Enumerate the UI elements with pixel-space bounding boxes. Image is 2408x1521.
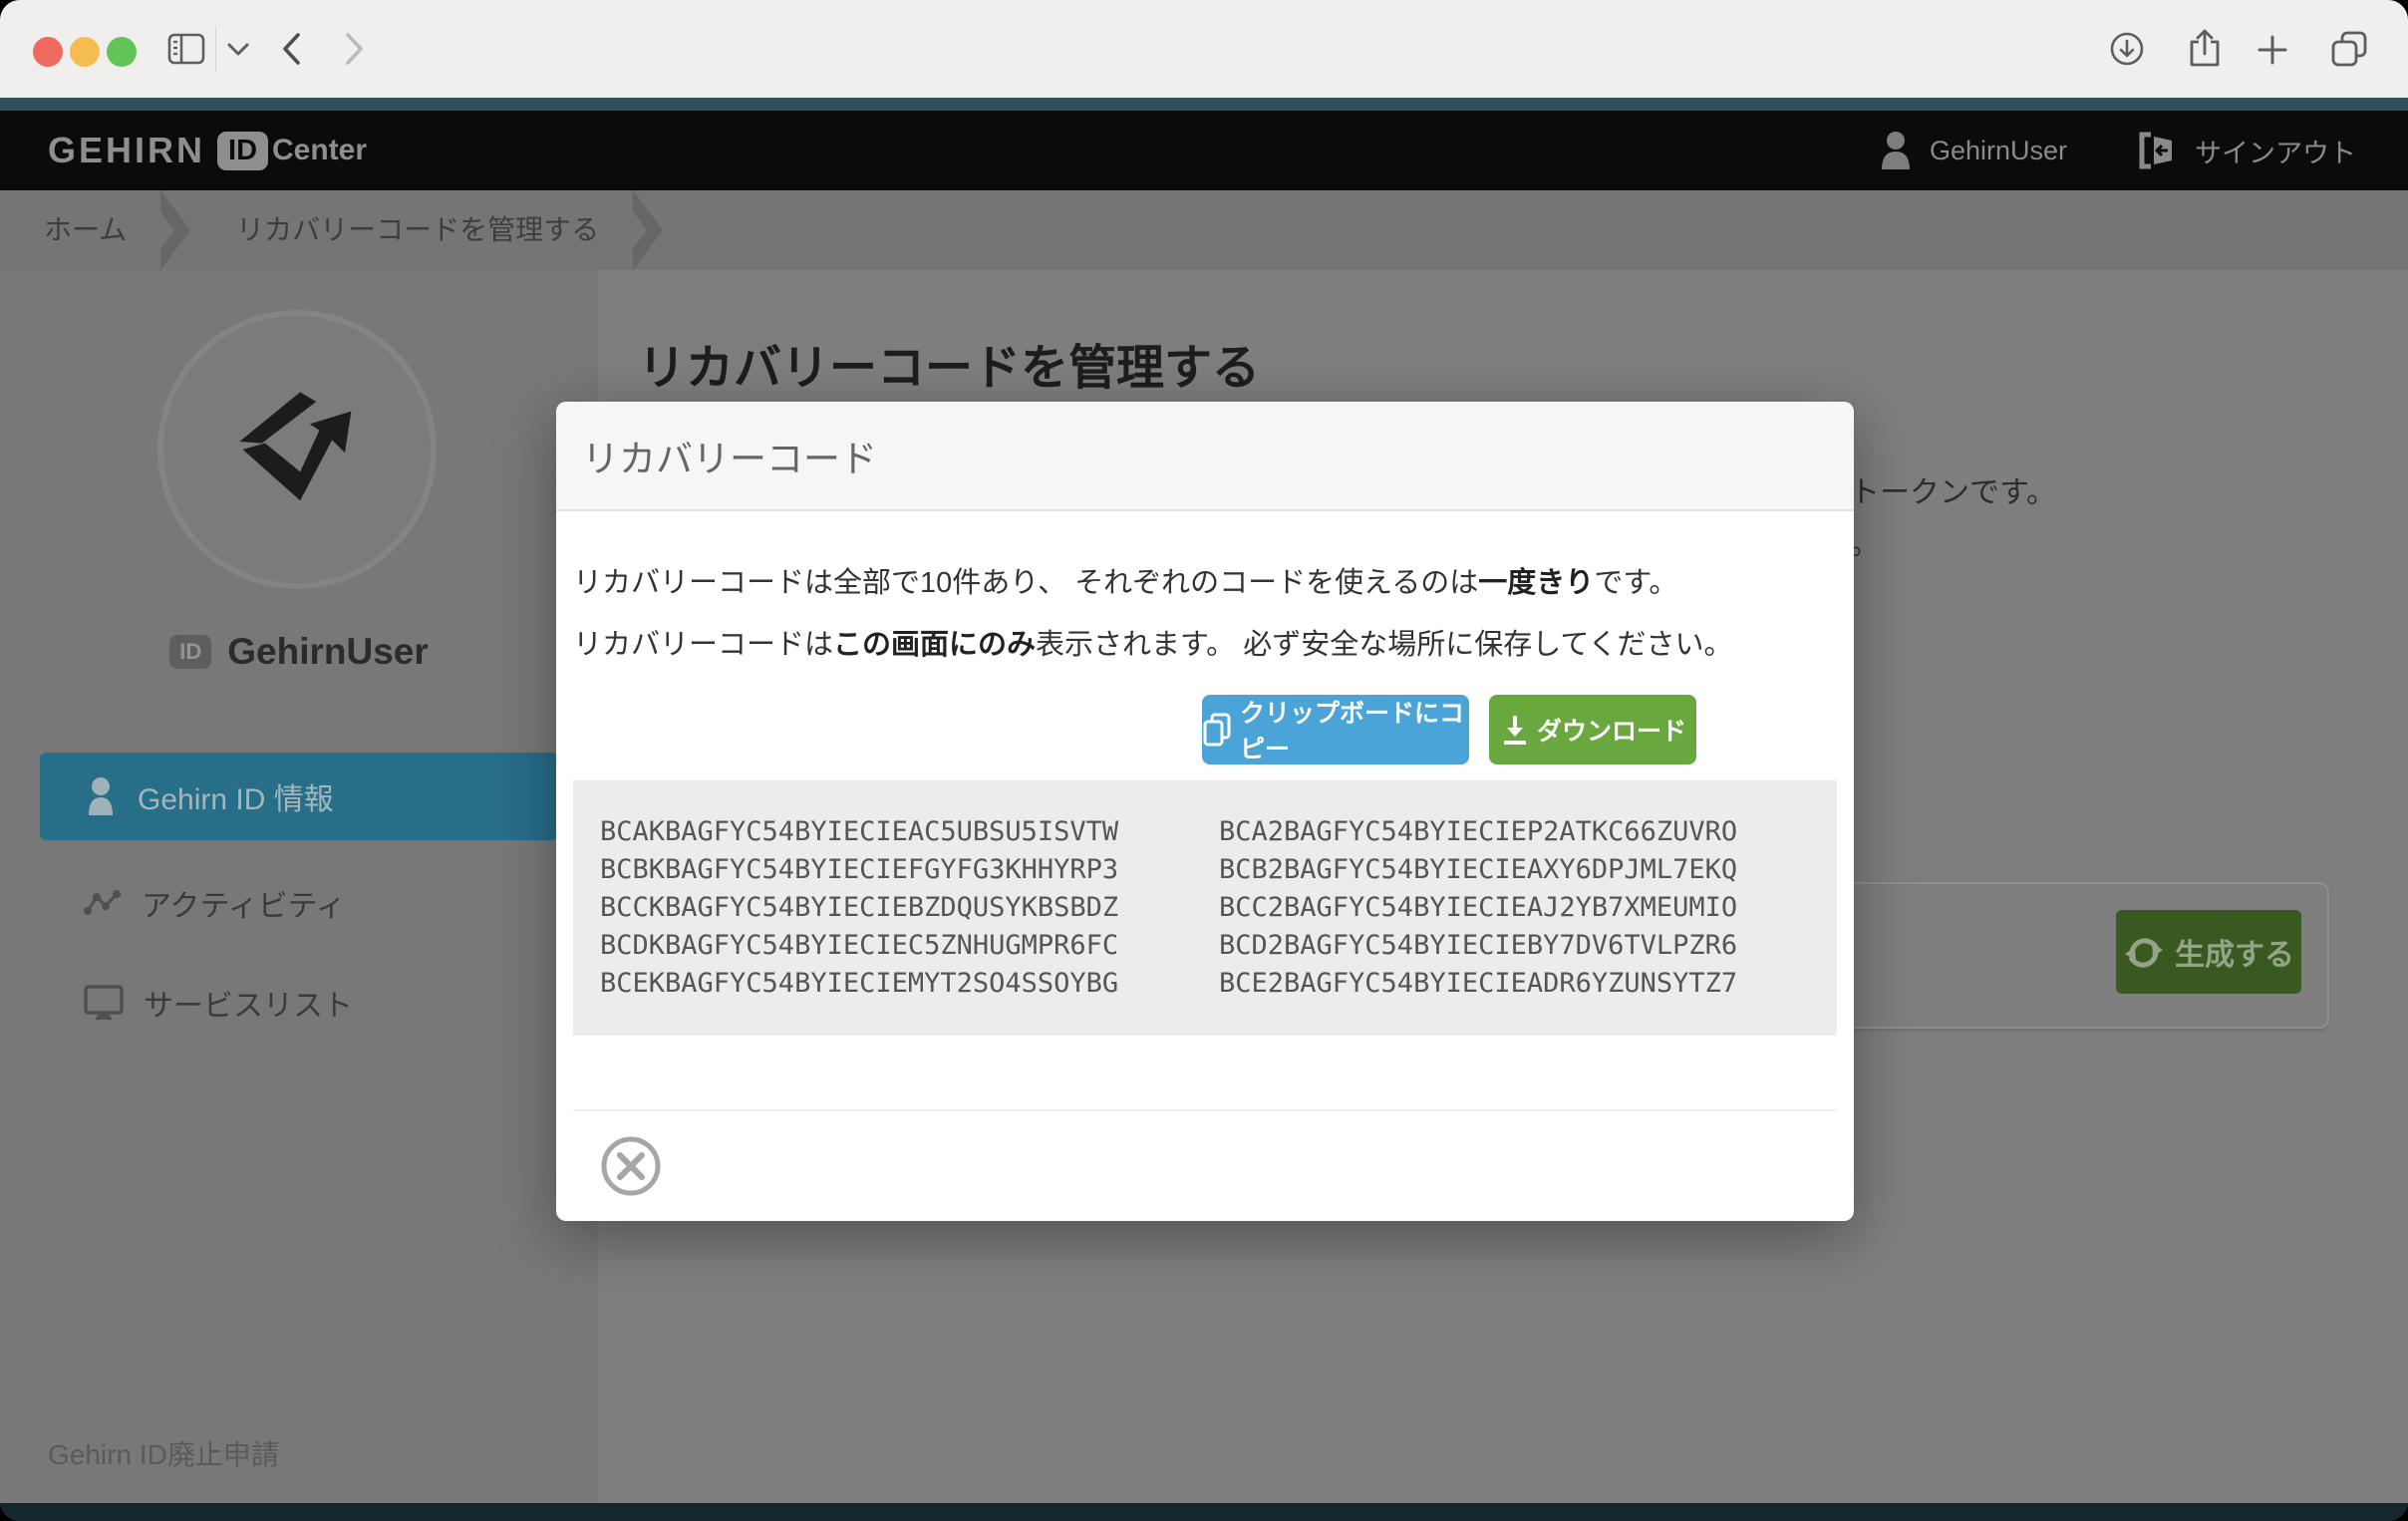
download-button-label: ダウンロード [1537,712,1686,748]
sidebar-username: GehirnUser [227,631,429,673]
tab-overview-icon[interactable] [2330,30,2368,68]
logo-text: GEHIRN [48,130,205,171]
obscured-paragraph-fragment: トークンです。 [1850,467,2056,511]
new-tab-icon[interactable] [2257,34,2288,66]
recovery-code-modal: リカバリーコード リカバリーコードは全部で10件あり、 それぞれのコードを使える… [556,402,1854,1221]
forward-icon[interactable] [345,32,365,66]
signout-icon [2139,132,2177,169]
modal-body: リカバリーコードは全部で10件あり、 それぞれのコードを使えるのは一度きりです。… [556,511,1854,1202]
user-icon [1880,132,1912,169]
refresh-icon [2123,931,2165,973]
traffic-lights [33,37,137,67]
sidebar-toggle-icon[interactable] [167,33,205,65]
copy-to-clipboard-button[interactable]: クリップボードにコピー [1202,695,1469,764]
close-window-button[interactable] [33,37,63,67]
sidebar-item-label: サービスリスト [144,981,353,1025]
chevron-down-icon[interactable] [227,43,249,57]
gehirn-id-decommission-link[interactable]: Gehirn ID廃止申請 [48,1433,279,1473]
breadcrumb-home[interactable]: ホーム [0,190,160,270]
monitor-icon [84,985,124,1021]
signout-label[interactable]: サインアウト [2195,132,2356,170]
recovery-code: BCCKBAGFYC54BYIECIEBZDQUSYKBSBDZ [573,889,1205,927]
generate-button[interactable]: 生成する [2116,910,2301,994]
theme-strip-top [0,98,2408,111]
recovery-code: BCDKBAGFYC54BYIECIEC5ZNHUGMPR6FC [573,927,1205,965]
recovery-code: BCA2BAGFYC54BYIECIEP2ATKC66ZUVRO [1205,813,1837,851]
modal-footer [573,1109,1837,1202]
gehirn-logo-icon [217,370,377,529]
theme-strip-bottom [0,1503,2408,1521]
sidebar-item-activity[interactable]: アクティビティ [40,866,558,940]
copy-button-label: クリップボードにコピー [1240,694,1469,765]
avatar [157,310,437,589]
modal-title: リカバリーコード [582,429,877,482]
toolbar-divider [215,26,216,72]
breadcrumb: ホーム リカバリーコードを管理する [0,190,2408,270]
sidebar: ID GehirnUser Gehirn ID 情報 アクティビティ サービ [0,270,598,1503]
sidebar-item-service-list[interactable]: サービスリスト [40,966,558,1040]
breadcrumb-current-page[interactable]: リカバリーコードを管理する [192,190,633,270]
activity-icon [84,889,122,917]
sidebar-item-label: アクティビティ [142,881,346,925]
share-icon[interactable] [2185,27,2225,69]
recovery-code: BCE2BAGFYC54BYIECIEADR6YZUNSYTZ7 [1205,965,1837,1003]
sidebar-menu: Gehirn ID 情報 アクティビティ サービスリスト [40,753,558,1040]
id-badge: ID [169,635,211,669]
modal-paragraph-1: リカバリーコードは全部で10件あり、 それぞれのコードを使えるのは一度きりです。 [573,563,1837,603]
gehirn-id-center-logo[interactable]: GEHIRN ID Center [48,130,367,171]
modal-button-row: クリップボードにコピー ダウンロード [573,695,1837,764]
recovery-code: BCD2BAGFYC54BYIECIEBY7DV6TVLPZR6 [1205,927,1837,965]
downloads-icon[interactable] [2109,31,2145,67]
minimize-window-button[interactable] [70,37,100,67]
obscured-paragraph-fragment: 。 [1850,519,1880,563]
recovery-code: BCAKBAGFYC54BYIECIEAC5UBSU5ISVTW [573,813,1205,851]
recovery-code-list: BCAKBAGFYC54BYIECIEAC5UBSU5ISVTW BCA2BAG… [573,780,1837,1036]
logo-suffix: Center [272,134,367,167]
page-title: リカバリーコードを管理する [638,328,1260,398]
sidebar-user-row: ID GehirnUser [0,631,598,673]
back-icon[interactable] [281,32,301,66]
user-icon [84,777,118,815]
copy-icon [1202,712,1232,748]
zoom-window-button[interactable] [107,37,137,67]
app-header: GEHIRN ID Center GehirnUser サインアウト [0,111,2408,190]
browser-window: GEHIRN ID Center GehirnUser サインアウト ホーム リ… [0,0,2408,1521]
recovery-code: BCB2BAGFYC54BYIECIEAXY6DPJML7EKQ [1205,851,1837,889]
header-username[interactable]: GehirnUser [1930,136,2067,166]
sidebar-item-label: Gehirn ID 情報 [138,774,334,818]
recovery-code: BCC2BAGFYC54BYIECIEAJ2YB7XMEUMIO [1205,889,1837,927]
download-icon [1499,713,1531,747]
close-icon [600,1135,662,1197]
generate-button-label: 生成する [2175,930,2294,974]
close-modal-button[interactable] [600,1135,662,1197]
browser-toolbar [0,0,2408,98]
breadcrumb-arrow-icon [633,190,665,270]
logo-id-badge: ID [217,132,268,170]
sidebar-item-gehirn-id-info[interactable]: Gehirn ID 情報 [40,753,558,840]
modal-header: リカバリーコード [556,402,1854,511]
breadcrumb-arrow-icon [160,190,192,270]
modal-paragraph-2: リカバリーコードはこの画面にのみ表示されます。 必ず安全な場所に保存してください… [573,625,1837,665]
download-button[interactable]: ダウンロード [1489,695,1696,764]
recovery-code: BCBKBAGFYC54BYIECIEFGYFG3KHHYRP3 [573,851,1205,889]
recovery-code: BCEKBAGFYC54BYIECIEMYT2SO4SSOYBG [573,965,1205,1003]
